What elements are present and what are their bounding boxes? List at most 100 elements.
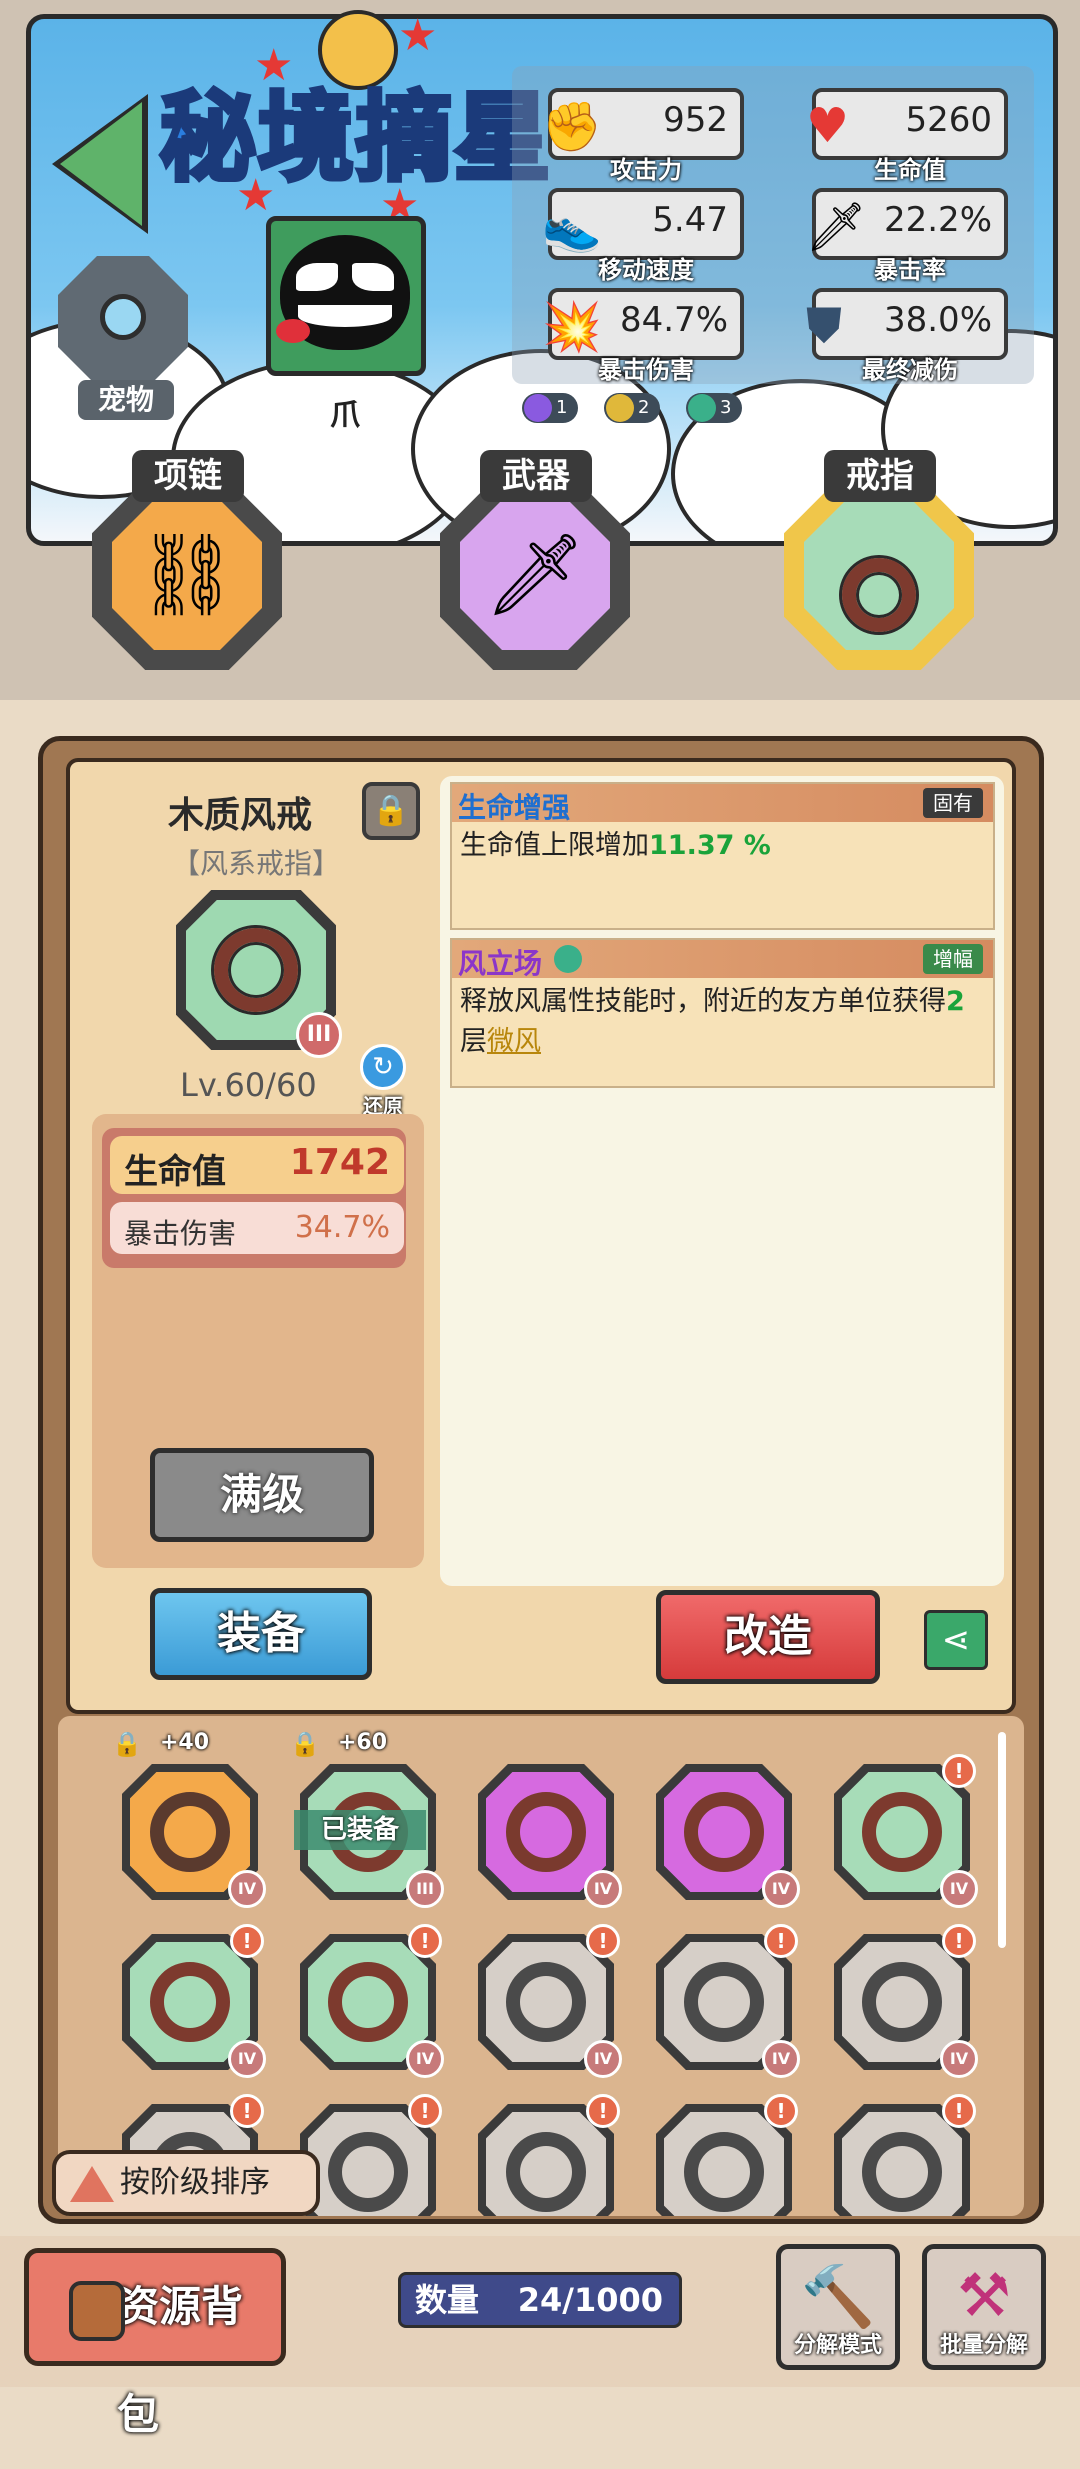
new-alert-icon: ! <box>408 2094 442 2128</box>
tier-badge: IV <box>762 1870 800 1908</box>
effect-text: 层 <box>460 1026 487 1057</box>
heart-icon: ♥ <box>806 98 850 154</box>
skill-badge-count: 2 <box>638 397 650 418</box>
inventory-item[interactable]: IV! <box>656 1924 800 2078</box>
reforge-button[interactable]: 改造 <box>656 1590 880 1684</box>
inventory-item[interactable]: IV! <box>834 1754 978 1908</box>
ring-icon <box>506 2132 586 2212</box>
count-value: 24/1000 <box>517 2281 663 2319</box>
ring-icon <box>150 1792 230 1872</box>
new-alert-icon: ! <box>408 1924 442 1958</box>
stat-label: 移动速度 <box>598 256 694 284</box>
item-count: 数量 24/1000 <box>398 2272 682 2328</box>
inventory-item[interactable]: ! <box>300 2094 442 2216</box>
attribute-row-primary: 生命值 1742 <box>110 1136 404 1194</box>
resource-backpack-button[interactable]: 资源背包 <box>24 2248 286 2439</box>
restore-button[interactable]: ↻ 还原 <box>354 1044 412 1118</box>
effect-keyword[interactable]: 微风 <box>487 1026 541 1057</box>
slot-necklace[interactable]: 项链 ⛓ <box>92 450 282 680</box>
inventory-item[interactable]: IV! <box>478 1924 622 2078</box>
skill-badge[interactable]: 2 <box>604 393 660 423</box>
inventory-item[interactable]: IV! <box>834 1924 978 2078</box>
effect-description: 释放风属性技能时，附近的友方单位获得2 层微风 <box>452 978 993 1066</box>
hammer-icon: 🔨 <box>800 2262 876 2332</box>
triangle-icon <box>70 2166 114 2202</box>
stat-crit-rate: 🗡 22.2% 暴击率 <box>806 188 1008 284</box>
skill-badge[interactable]: 3 <box>686 393 742 423</box>
effect-card: 风立场 增幅 释放风属性技能时，附近的友方单位获得2 层微风 <box>450 938 995 1088</box>
effect-description: 生命值上限增加11.37 % <box>452 822 993 870</box>
attribute-value: 34.7% <box>294 1210 390 1245</box>
hero-eye <box>296 263 338 291</box>
wind-icon <box>554 945 582 973</box>
wind-icon <box>688 394 716 422</box>
skill-badge[interactable]: 1 <box>522 393 578 423</box>
inventory-item[interactable]: IV! <box>300 1924 444 2078</box>
inventory-scrollbar[interactable] <box>998 1732 1006 1948</box>
effect-text: 生命值上限增加 <box>460 830 649 861</box>
attribute-name: 生命值 <box>124 1152 226 1192</box>
shield-icon: ⛊ <box>806 298 843 354</box>
stat-crit-damage: 💥 84.7% 暴击伤害 <box>542 288 744 384</box>
ring-icon <box>684 1792 764 1872</box>
item-type: 【风系戒指】 <box>172 847 341 880</box>
pet-robot-icon <box>100 294 146 340</box>
slot-ring[interactable]: 戒指 <box>784 450 974 680</box>
tier-badge: III <box>406 1870 444 1908</box>
inventory-item[interactable]: 已装备 III 🔒 +60 <box>290 1730 444 1908</box>
inventory-item[interactable]: ! <box>834 2094 976 2216</box>
sort-by-tier-button[interactable]: 按阶级排序 <box>52 2150 320 2216</box>
ring-icon <box>328 1962 408 2042</box>
game-title: 秘境摘星 <box>158 80 553 197</box>
slot-label: 武器 <box>480 450 592 502</box>
inventory-item[interactable]: ! <box>656 2094 798 2216</box>
salvage-mode-button[interactable]: 🔨 分解模式 <box>776 2244 900 2370</box>
fist-icon: ✊ <box>542 99 602 155</box>
inventory-item[interactable]: IV 🔒 +40 <box>112 1730 266 1908</box>
lock-button[interactable]: 🔒 <box>362 782 420 840</box>
stat-label: 攻击力 <box>610 156 682 184</box>
max-level-button[interactable]: 满级 <box>150 1448 374 1542</box>
new-alert-icon: ! <box>230 2094 264 2128</box>
new-alert-icon: ! <box>942 1754 976 1788</box>
ring-icon <box>862 1792 942 1872</box>
tier-badge: IV <box>940 2040 978 2078</box>
count-label: 数量 <box>415 2281 480 2319</box>
effect-badge: 增幅 <box>923 944 983 974</box>
salvage-mode-label: 分解模式 <box>793 2333 882 2358</box>
stat-value: 5260 <box>905 100 992 140</box>
slot-weapon[interactable]: 武器 🗡 <box>440 450 630 680</box>
inventory-item[interactable]: IV <box>656 1764 800 1908</box>
ring-icon <box>150 1962 230 2042</box>
pet-label: 宠物 <box>78 380 174 420</box>
ring-icon <box>684 1962 764 2042</box>
sort-label: 按阶级排序 <box>120 2165 270 2200</box>
ring-icon <box>862 2132 942 2212</box>
effect-name: 风立场 <box>458 947 543 980</box>
inventory-grid: IV 🔒 +40 已装备 III 🔒 +60 IV IV IV! IV! IV! IV! IV! IV!!!… <box>58 1716 1024 2216</box>
pet-slot[interactable]: 宠物 <box>58 256 188 420</box>
tier-badge: IV <box>228 2040 266 2078</box>
equip-button[interactable]: 装备 <box>150 1588 372 1680</box>
back-arrow-icon <box>60 102 142 226</box>
share-icon: ⋖ <box>941 1620 971 1660</box>
back-button[interactable] <box>46 90 166 240</box>
restore-icon: ↻ <box>360 1044 406 1090</box>
effect-text: 释放风属性技能时，附近的友方单位获得 <box>460 986 946 1017</box>
lock-icon: 🔒 <box>290 1730 320 1758</box>
new-alert-icon: ! <box>942 1924 976 1958</box>
new-alert-icon: ! <box>230 1924 264 1958</box>
hero-name: 爪 <box>330 398 360 433</box>
share-button[interactable]: ⋖ <box>924 1610 988 1670</box>
stat-label: 暴击率 <box>874 256 946 284</box>
star-icon: ★ <box>398 10 438 61</box>
new-alert-icon: ! <box>586 2094 620 2128</box>
hero-tongue <box>276 319 310 343</box>
stat-hp: ♥ 5260 生命值 <box>806 88 1008 184</box>
attribute-row-secondary: 暴击伤害 34.7% <box>110 1202 404 1254</box>
batch-salvage-button[interactable]: ⚒ 批量分解 <box>922 2244 1046 2370</box>
inventory-item[interactable]: ! <box>478 2094 620 2216</box>
inventory-item[interactable]: IV <box>478 1764 622 1908</box>
item-level: +40 <box>160 1730 210 1755</box>
inventory-item[interactable]: IV! <box>122 1924 266 2078</box>
